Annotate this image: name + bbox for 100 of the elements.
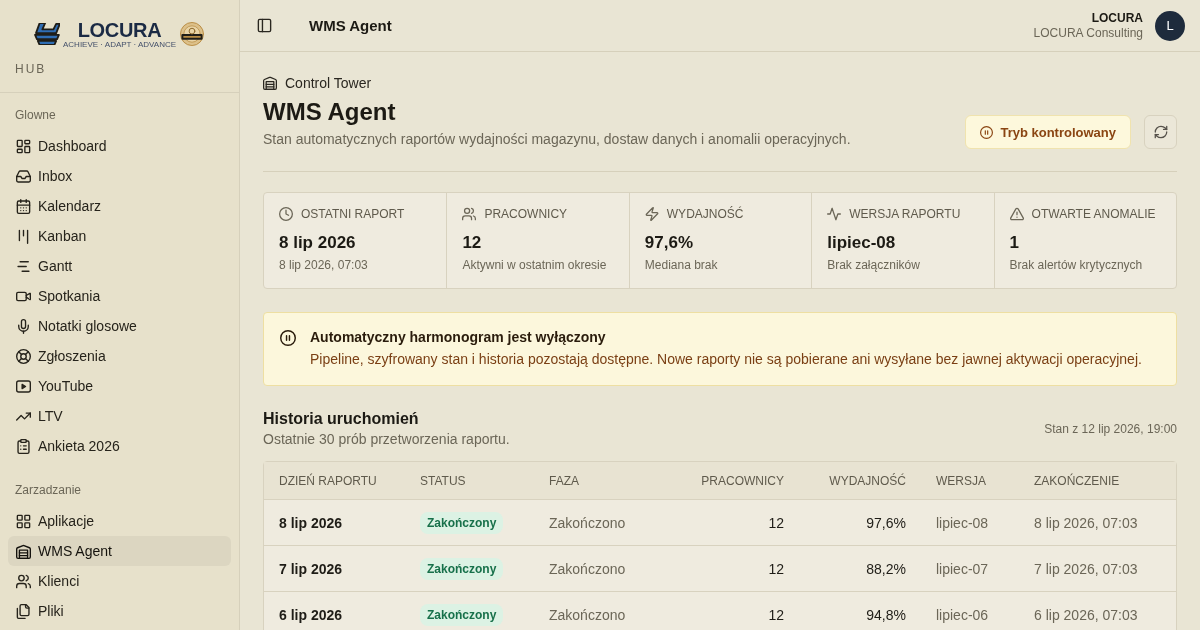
efficiency-value: 94,8% <box>866 606 906 623</box>
mode-button[interactable]: Tryb kontrolowany <box>965 115 1131 149</box>
lifebuoy-icon <box>16 348 31 364</box>
pause-icon <box>280 330 296 346</box>
lightning-icon <box>644 207 659 221</box>
stat-value: 97,6% <box>644 232 694 254</box>
report-date: 8 lip 2026 <box>279 514 343 531</box>
nav-item[interactable]: Kanban <box>8 221 231 251</box>
status-badge: Zakończony <box>420 511 504 534</box>
notice-text: Pipeline, szyfrowany stan i historia pozostają dostępne. Nowe raporty nie są pobierane ani wysyłane bez jawnej aktywacji operacyjnej. <box>310 350 1142 369</box>
column-header: WYDAJNOŚĆ <box>828 473 907 488</box>
completion-time: 8 lip 2026, 07:03 <box>1034 514 1138 531</box>
column-header: ZAKOŃCZENIE <box>1033 473 1121 488</box>
nav-item[interactable]: Pliki <box>8 596 231 626</box>
files-icon <box>16 603 31 619</box>
column-header: DZIEŃ RAPORTU <box>278 473 378 488</box>
grid-icon <box>16 513 31 529</box>
stat-label: WERSJA RAPORTU <box>849 206 961 222</box>
phase-text: Zakończono <box>549 560 626 577</box>
stat-label: OSTATNI RAPORT <box>301 206 405 222</box>
stat-note: Brak alertów krytycznych <box>1009 257 1144 273</box>
version-text: lipiec-08 <box>936 514 989 531</box>
kanban-icon <box>16 228 31 244</box>
page-heading: WMS Agent <box>263 97 397 127</box>
notice-title: Automatyczny harmonogram jest wyłączony <box>310 328 607 347</box>
nav-item[interactable]: Spotkania <box>8 281 231 311</box>
worker-count: 12 <box>768 606 784 623</box>
avatar[interactable]: L <box>1155 10 1185 41</box>
stat-label: WYDAJNOŚĆ <box>666 206 744 222</box>
users-icon <box>16 573 31 589</box>
report-date: 7 lip 2026 <box>279 560 343 577</box>
column-header: PRACOWNICY <box>700 473 785 488</box>
nav-item[interactable]: Notatki glosowe <box>8 311 231 341</box>
hub-label: HUB <box>15 62 47 76</box>
page-title: WMS Agent <box>309 17 392 34</box>
version-text: lipiec-07 <box>936 560 989 577</box>
column-header: WERSJA <box>935 473 987 488</box>
status-badge: Zakończony <box>420 557 504 580</box>
nav-item[interactable]: Zgłoszenia <box>8 341 231 371</box>
stat-value: lipiec-08 <box>827 232 897 254</box>
nav-item[interactable]: Kalendarz <box>8 191 231 221</box>
page-description: Stan automatycznych raportów wydajności magazynu, dostaw danych i anomalii operacyjnych. <box>263 130 851 149</box>
completion-time: 6 lip 2026, 07:03 <box>1034 606 1138 623</box>
pulse-icon <box>827 207 842 221</box>
phase-text: Zakończono <box>549 514 626 531</box>
sidebar-toggle-button[interactable] <box>256 17 272 34</box>
refresh-button[interactable] <box>1144 115 1177 149</box>
gantt-icon <box>16 258 31 274</box>
nav-item[interactable]: Ankieta 2026 <box>8 431 231 461</box>
nav-item[interactable]: Inbox <box>8 161 231 191</box>
nav-item[interactable]: YouTube <box>8 371 231 401</box>
version-text: lipiec-06 <box>936 606 989 623</box>
users-icon <box>462 207 477 221</box>
section-heading: Historia uruchomień <box>263 409 420 429</box>
nav-item[interactable]: Klienci <box>8 566 231 596</box>
nav-item[interactable]: Aplikacje <box>8 506 231 536</box>
completion-time: 7 lip 2026, 07:03 <box>1034 560 1138 577</box>
nav-item[interactable]: Gantt <box>8 251 231 281</box>
report-date: 6 lip 2026 <box>279 606 343 623</box>
warehouse-icon <box>263 76 277 90</box>
refresh-icon <box>1153 125 1168 139</box>
stat-note: Brak załączników <box>827 257 921 273</box>
stat-value: 1 <box>1009 232 1021 254</box>
worker-count: 12 <box>768 514 784 531</box>
logo-wordmark: LOCURA <box>77 19 162 40</box>
section-label: Zarzadzanie <box>14 482 82 498</box>
inbox-icon <box>16 168 31 184</box>
stat-label: PRACOWNICY <box>484 206 568 222</box>
dashboard-icon <box>16 138 31 154</box>
stat-label: OTWARTE ANOMALIE <box>1031 206 1156 222</box>
nav-item[interactable]: Dashboard <box>8 131 231 161</box>
pause-icon <box>980 125 994 139</box>
clipboard-icon <box>16 438 31 454</box>
warehouse-icon <box>16 543 31 559</box>
logo-tagline: ACHIEVE · ADAPT · ADVANCE <box>63 39 177 49</box>
calendar-icon <box>16 198 31 214</box>
stat-note: Mediana brak <box>644 257 719 273</box>
section-label: Glowne <box>14 107 56 123</box>
stat-value: 8 lip 2026 <box>279 232 357 254</box>
sidebar-panel-icon <box>256 18 272 33</box>
stat-value: 12 <box>462 232 483 254</box>
seal-icon <box>180 22 205 46</box>
microphone-icon <box>16 318 31 334</box>
clock-icon <box>279 207 293 221</box>
efficiency-value: 97,6% <box>866 514 906 531</box>
column-header: STATUS <box>419 473 467 488</box>
section-subtitle: Ostatnie 30 prób przetworzenia raportu. <box>263 430 510 449</box>
user-organization: LOCURA Consulting <box>1033 25 1143 41</box>
warning-icon <box>1009 207 1024 221</box>
user-name: LOCURA <box>1091 10 1143 26</box>
efficiency-value: 88,2% <box>866 560 906 577</box>
column-header: FAZA <box>548 473 580 488</box>
breadcrumb-label: Control Tower <box>285 74 372 92</box>
timestamp-text: Stan z 12 lip 2026, 19:00 <box>1044 422 1177 436</box>
nav-item[interactable]: WMS Agent <box>8 536 231 566</box>
video-player-icon <box>16 378 31 394</box>
stat-note: 8 lip 2026, 07:03 <box>279 257 369 273</box>
stat-note: Aktywni w ostatnim okresie <box>462 257 608 273</box>
status-badge: Zakończony <box>420 603 504 626</box>
nav-item[interactable]: LTV <box>8 401 231 431</box>
